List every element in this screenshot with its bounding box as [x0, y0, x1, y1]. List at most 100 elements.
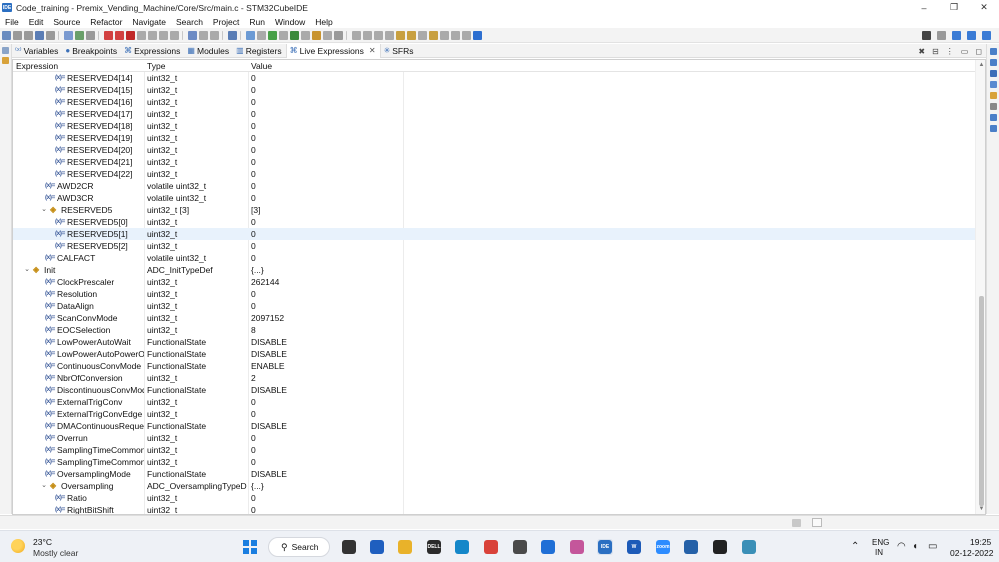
chevron-down-icon[interactable]: ⌄ [40, 480, 48, 492]
trim-view-icon[interactable] [990, 59, 997, 66]
table-row[interactable]: (x)= RESERVED5[0] uint32_t 0 [13, 216, 975, 228]
tab-modules[interactable]: ▦ Modules [184, 44, 233, 58]
scroll-down-icon[interactable]: ▼ [976, 504, 985, 514]
minimize-button[interactable]: – [909, 0, 939, 15]
expression-value[interactable]: 0 [251, 396, 256, 408]
expression-value[interactable]: 0 [251, 180, 256, 192]
menu-source[interactable]: Source [48, 17, 85, 27]
toolbar-button-icon[interactable] [363, 30, 372, 40]
table-row[interactable]: (x)= RESERVED4[16] uint32_t 0 [13, 96, 975, 108]
menu-file[interactable]: File [0, 17, 24, 27]
toolbar-button-icon[interactable] [2, 30, 11, 40]
close-tab-icon[interactable]: ✕ [369, 46, 376, 55]
weather-icon[interactable] [11, 539, 25, 553]
column-header-expression[interactable]: Expression [13, 60, 58, 72]
chevron-down-icon[interactable]: ⌄ [23, 264, 31, 276]
taskbar-app-task-view[interactable] [341, 539, 357, 555]
volume-icon[interactable]: ◖ [912, 541, 918, 552]
menu-help[interactable]: Help [310, 17, 337, 27]
trim-view-icon[interactable] [990, 70, 997, 77]
toolbar-button-icon[interactable] [374, 30, 383, 40]
battery-icon[interactable]: ▭ [928, 541, 937, 552]
expression-value[interactable]: 2097152 [251, 312, 284, 324]
expression-value[interactable]: DISABLE [251, 336, 287, 348]
table-row[interactable]: (x)= Overrun uint32_t 0 [13, 432, 975, 444]
start-button[interactable] [243, 540, 257, 554]
menu-run[interactable]: Run [244, 17, 270, 27]
toolbar-button-icon[interactable] [170, 30, 179, 40]
maximize-view-icon[interactable]: ◻ [975, 47, 982, 56]
language-indicator[interactable]: ENG [872, 538, 889, 547]
taskbar-app-calculator[interactable] [512, 539, 528, 555]
weather-description[interactable]: Mostly clear [33, 548, 78, 558]
clock-date[interactable]: 02-12-2022 [950, 548, 993, 558]
toolbar-button-icon[interactable] [418, 30, 427, 40]
vertical-scrollbar[interactable]: ▲ ▼ [975, 60, 985, 514]
perspective-icon[interactable] [982, 31, 991, 40]
tab-expressions[interactable]: ⌘ Expressions [121, 44, 184, 58]
expression-value[interactable]: 2 [251, 372, 256, 384]
trim-view-icon[interactable] [990, 92, 997, 99]
taskbar-app-media[interactable] [712, 539, 728, 555]
expression-value[interactable]: 0 [251, 228, 256, 240]
outline-view-icon[interactable] [2, 57, 9, 64]
table-row[interactable]: (x)= AWD3CR volatile uint32_t 0 [13, 192, 975, 204]
toolbar-button-icon[interactable] [228, 30, 237, 40]
toolbar-button-icon[interactable] [75, 30, 84, 40]
expression-value[interactable]: ENABLE [251, 360, 285, 372]
taskbar-app-word[interactable]: W [626, 539, 642, 555]
table-row[interactable]: (x)= RESERVED5[1] uint32_t 0 [13, 228, 975, 240]
expression-value[interactable]: 0 [251, 432, 256, 444]
toolbar-button-icon[interactable] [86, 30, 95, 40]
expression-value[interactable]: 0 [251, 408, 256, 420]
table-row[interactable]: (x)= RESERVED4[19] uint32_t 0 [13, 132, 975, 144]
trim-view-icon[interactable] [990, 114, 997, 121]
expression-value[interactable]: 0 [251, 96, 256, 108]
expression-value[interactable]: [3] [251, 204, 260, 216]
perspective-icon[interactable] [952, 31, 961, 40]
table-row[interactable]: (x)= RESERVED4[20] uint32_t 0 [13, 144, 975, 156]
tab-variables[interactable]: ⁽ˣ⁾ Variables [12, 44, 62, 58]
menu-project[interactable]: Project [208, 17, 244, 27]
toolbar-button-icon[interactable] [385, 30, 394, 40]
table-row[interactable]: (x)= LowPowerAutoPowerOff FunctionalState D… [13, 348, 975, 360]
trim-view-icon[interactable] [990, 103, 997, 110]
expression-value[interactable]: DISABLE [251, 420, 287, 432]
toolbar-button-icon[interactable] [188, 30, 197, 40]
restore-view-icon[interactable] [2, 47, 9, 54]
perspective-icon[interactable] [967, 31, 976, 40]
table-row[interactable]: ⌄ ◈ Init ADC_InitTypeDef {...} [13, 264, 975, 276]
toolbar-button-icon[interactable] [323, 30, 332, 40]
expression-value[interactable]: 0 [251, 288, 256, 300]
table-row[interactable]: (x)= ClockPrescaler uint32_t 262144 [13, 276, 975, 288]
scrollbar-thumb[interactable] [979, 296, 984, 506]
wifi-icon[interactable]: ◠ [897, 541, 906, 552]
toolbar-button-icon[interactable] [301, 30, 310, 40]
minimize-view-icon[interactable]: ▭ [961, 47, 969, 56]
table-row[interactable]: (x)= RESERVED4[21] uint32_t 0 [13, 156, 975, 168]
expression-value[interactable]: 0 [251, 144, 256, 156]
expression-value[interactable]: DISABLE [251, 348, 287, 360]
column-header-type[interactable]: Type [144, 60, 165, 72]
taskbar-app-photos[interactable] [569, 539, 585, 555]
taskbar-app-dell[interactable]: DELL [426, 539, 442, 555]
column-header-value[interactable]: Value [248, 60, 272, 72]
toolbar-button-icon[interactable] [451, 30, 460, 40]
toolbar-button-icon[interactable] [246, 30, 255, 40]
menu-search[interactable]: Search [171, 17, 208, 27]
expression-value[interactable]: 0 [251, 156, 256, 168]
toolbar-button-icon[interactable] [334, 30, 343, 40]
table-row[interactable]: (x)= LowPowerAutoWait FunctionalState DISAB… [13, 336, 975, 348]
toolbar-button-icon[interactable] [35, 30, 44, 40]
expression-value[interactable]: 0 [251, 192, 256, 204]
table-row[interactable]: (x)= RESERVED4[22] uint32_t 0 [13, 168, 975, 180]
toolbar-button-icon[interactable] [440, 30, 449, 40]
taskbar-app-app-blue[interactable] [683, 539, 699, 555]
trim-view-icon[interactable] [990, 125, 997, 132]
expression-value[interactable]: 8 [251, 324, 256, 336]
remove-all-icon[interactable]: ✖ [918, 47, 925, 56]
toolbar-button-icon[interactable] [210, 30, 219, 40]
scroll-up-icon[interactable]: ▲ [976, 60, 985, 70]
toolbar-button-icon[interactable] [257, 30, 266, 40]
toolbar-button-icon[interactable] [462, 30, 471, 40]
